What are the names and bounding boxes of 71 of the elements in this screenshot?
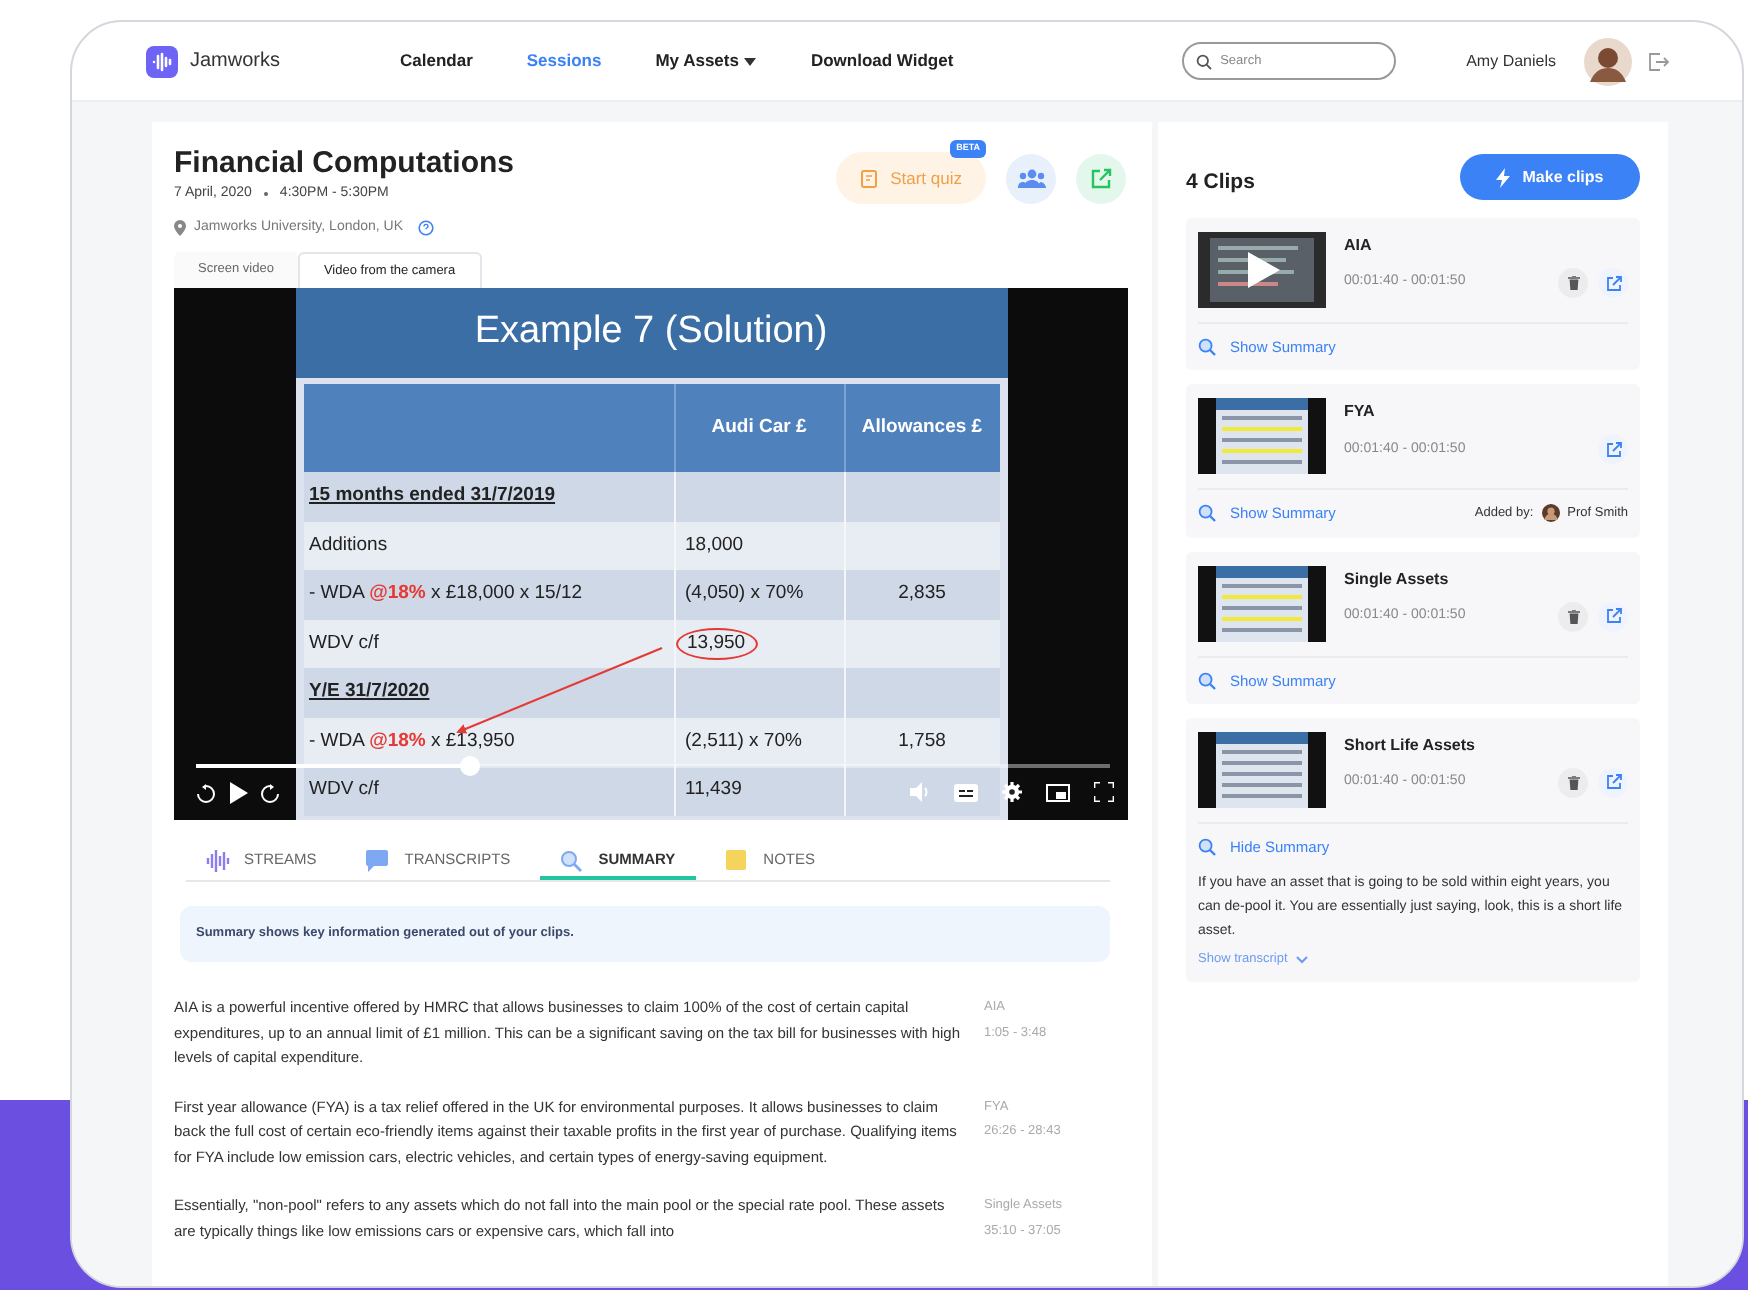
slide-cell-text: (4,050) x 70% [685, 580, 804, 609]
chat-bubble-icon [366, 849, 391, 871]
delete-button[interactable] [1558, 767, 1588, 798]
slide-cell-text: 18,000 [685, 531, 744, 560]
lightning-icon [1496, 167, 1511, 187]
external-link-icon [1605, 441, 1621, 458]
settings-icon[interactable] [1002, 782, 1022, 802]
slide-cell-text: 13,950 [675, 627, 758, 660]
make-clips-button[interactable]: Make clips [1460, 154, 1640, 200]
external-link-icon [1605, 608, 1621, 624]
location-pin-icon [174, 219, 186, 236]
people-icon [1017, 168, 1045, 188]
forward-icon[interactable] [260, 783, 280, 803]
avatar-icon [1541, 504, 1560, 523]
slide-cell-text: WDV c/f [309, 629, 379, 658]
logout-icon[interactable] [1648, 51, 1670, 71]
play-icon[interactable] [1248, 252, 1280, 288]
magnifier-icon [1198, 837, 1216, 856]
external-link-icon [1605, 774, 1621, 791]
help-icon[interactable] [417, 219, 434, 236]
miniplayer-icon[interactable] [1046, 783, 1070, 801]
trash-icon [1567, 775, 1579, 790]
magnifier-icon [1198, 338, 1216, 357]
slide-cell-text: - WDA @18% x £13,950 [309, 727, 515, 756]
slide-cell-text: WDV c/f [309, 776, 379, 805]
clip-title: Short Life Assets [1344, 733, 1477, 758]
share-button[interactable] [1598, 268, 1628, 298]
magnifier-icon [1198, 504, 1216, 523]
nav-link[interactable]: Calendar [400, 48, 473, 74]
logo-icon [146, 45, 178, 77]
user-name: Amy Daniels [1466, 49, 1556, 73]
slide-cell-text: 1,758 [898, 727, 946, 756]
slide-cell-text: 15 months ended 31/7/2019 [309, 482, 556, 511]
avatar-icon[interactable] [1584, 37, 1632, 85]
slide-title: Example 7 (Solution) [295, 288, 1007, 378]
slide-cell-text: Y/E 31/7/2020 [309, 678, 430, 707]
nav-link[interactable]: Download Widget [810, 48, 954, 74]
slide-cell-text: 11,439 [685, 776, 742, 805]
search-icon [1196, 53, 1213, 69]
slide-cell-text: 2,835 [898, 580, 946, 609]
slide-cell-text: - WDA @18% x £18,000 x 15/12 [309, 580, 583, 609]
trash-icon [1567, 609, 1579, 623]
share-button[interactable] [1598, 767, 1628, 798]
trash-icon [1567, 276, 1579, 290]
delete-button[interactable] [1558, 601, 1588, 631]
clip-title: FYA [1344, 400, 1377, 425]
external-link-icon [1605, 275, 1621, 291]
note-icon [725, 849, 750, 871]
slide-cell-text: (2,511) x 70% [685, 727, 802, 756]
group-button[interactable] [1006, 153, 1056, 203]
rewind-icon[interactable] [196, 783, 216, 803]
clip-title: Single Assets [1344, 567, 1451, 591]
quiz-icon [860, 169, 879, 187]
nav-link[interactable]: My Assets [655, 48, 757, 74]
play-icon[interactable] [228, 782, 248, 804]
caret-icon [744, 57, 757, 65]
external-link-icon [1090, 167, 1112, 189]
fullscreen-icon[interactable] [1094, 782, 1114, 802]
delete-button[interactable] [1558, 268, 1588, 298]
logo-text: Jamworks [190, 48, 281, 76]
waveform-icon [206, 849, 230, 871]
share-button[interactable] [1598, 434, 1628, 465]
chevron-down-icon [1295, 955, 1308, 964]
clips-count: 4 Clips [1186, 167, 1255, 198]
share-button[interactable] [1598, 601, 1628, 631]
magnifier-icon [1198, 671, 1216, 690]
slide-cell-text: Additions [309, 531, 388, 560]
clip-title: AIA [1344, 234, 1374, 258]
session-title: Financial Computations [174, 146, 515, 182]
nav-link[interactable]: Sessions [526, 48, 602, 74]
magnifier-icon [560, 849, 585, 871]
